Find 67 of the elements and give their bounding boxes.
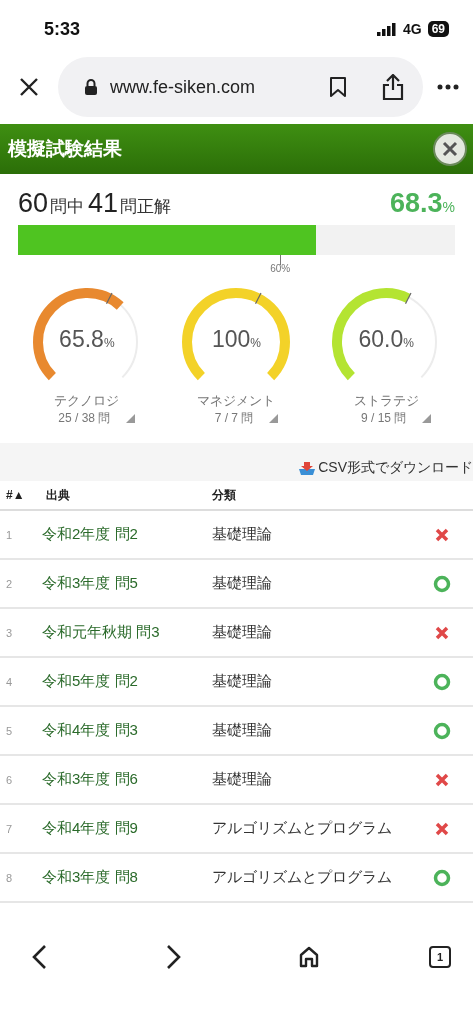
row-number: 8 bbox=[5, 871, 14, 884]
category-cell-text: 基礎理論 bbox=[211, 574, 273, 593]
corner-icon[interactable] bbox=[126, 414, 136, 423]
gauge-label: ストラテジ bbox=[353, 392, 419, 410]
forward-icon bbox=[166, 944, 182, 970]
corner-icon[interactable] bbox=[422, 414, 432, 423]
close-icon bbox=[442, 141, 458, 157]
gauge-count: 25 / 38 問 bbox=[58, 410, 111, 427]
column-header: 出典 bbox=[45, 486, 71, 504]
pass-mark-label: 60% bbox=[269, 263, 292, 274]
rate-unit: % bbox=[442, 199, 455, 215]
category-cell-text: 基礎理論 bbox=[211, 623, 273, 642]
total-unit: 問中 bbox=[50, 197, 85, 216]
score-rate: 68.3 bbox=[390, 188, 443, 218]
source-link[interactable]: 令和2年度 問2 bbox=[40, 525, 206, 544]
source-link[interactable]: 令和3年度 問8 bbox=[40, 868, 206, 887]
gauge-count: 7 / 7 問 bbox=[214, 410, 254, 427]
row-number: 1 bbox=[5, 528, 14, 541]
row-number: 2 bbox=[5, 577, 14, 590]
category-cell-text: 基礎理論 bbox=[211, 525, 273, 544]
signal-icon bbox=[376, 22, 397, 36]
share-icon[interactable] bbox=[381, 74, 405, 100]
address-bar[interactable]: www.fe-siken.com bbox=[58, 57, 423, 117]
source-link[interactable]: 令和3年度 問5 bbox=[40, 574, 206, 593]
network-label: 4G bbox=[402, 21, 422, 37]
row-number: 5 bbox=[5, 724, 14, 737]
row-number: 3 bbox=[5, 626, 14, 639]
home-icon bbox=[298, 946, 320, 968]
correct-count: 41 bbox=[88, 188, 119, 218]
gauge-label: マネジメント bbox=[197, 392, 276, 410]
lock-icon bbox=[84, 79, 98, 95]
source-link[interactable]: 令和元年秋期 問3 bbox=[40, 623, 206, 642]
category-cell-text: 基礎理論 bbox=[211, 721, 273, 740]
back-icon bbox=[31, 944, 47, 970]
battery-level: 69 bbox=[427, 21, 449, 37]
column-header: 分類 bbox=[211, 486, 237, 504]
source-link[interactable]: 令和4年度 問9 bbox=[40, 819, 206, 838]
gauge-label: テクノロジ bbox=[54, 392, 120, 410]
close-button[interactable] bbox=[433, 132, 467, 166]
header-title: 模擬試験結果 bbox=[8, 137, 122, 161]
download-icon bbox=[298, 460, 317, 476]
column-header[interactable]: #▲ bbox=[0, 488, 40, 502]
row-number: 6 bbox=[5, 773, 14, 786]
tabs-button[interactable]: 1 bbox=[429, 946, 451, 968]
source-link[interactable]: 令和4年度 問3 bbox=[40, 721, 206, 740]
category-cell-text: アルゴリズムとプログラム bbox=[211, 868, 393, 887]
source-link[interactable]: 令和5年度 問2 bbox=[40, 672, 206, 691]
row-number: 4 bbox=[5, 675, 14, 688]
category-cell-text: アルゴリズムとプログラム bbox=[211, 819, 393, 838]
gauge-value: 65.8% bbox=[58, 326, 116, 353]
csv-download-link[interactable]: CSV形式でダウンロード bbox=[298, 459, 473, 477]
category-cell-text: 基礎理論 bbox=[211, 672, 273, 691]
total-count: 60 bbox=[18, 188, 49, 218]
gauge-value: 60.0% bbox=[357, 326, 415, 353]
corner-icon[interactable] bbox=[269, 414, 279, 423]
source-link[interactable]: 令和3年度 問6 bbox=[40, 770, 206, 789]
close-icon bbox=[19, 77, 39, 97]
row-number: 7 bbox=[5, 822, 14, 835]
more-icon[interactable] bbox=[437, 84, 459, 90]
bookmark-icon[interactable] bbox=[329, 76, 347, 98]
pass-mark-tick bbox=[280, 255, 282, 265]
url-text: www.fe-siken.com bbox=[110, 76, 257, 98]
category-cell-text: 基礎理論 bbox=[211, 770, 273, 789]
status-time: 5:33 bbox=[44, 18, 81, 40]
correct-unit: 問正解 bbox=[120, 197, 172, 216]
gauge-value: 100% bbox=[210, 326, 262, 353]
gauge-count: 9 / 15 問 bbox=[360, 410, 407, 427]
